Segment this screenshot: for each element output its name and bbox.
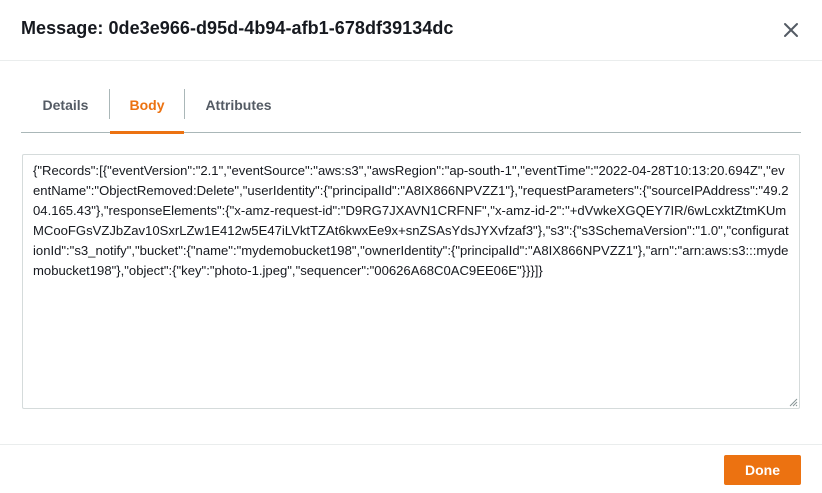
close-icon <box>784 23 798 37</box>
tab-attributes[interactable]: Attributes <box>184 76 293 133</box>
tab-details[interactable]: Details <box>21 76 110 133</box>
tab-body[interactable]: Body <box>110 76 184 134</box>
dialog-header: Message: 0de3e966-d95d-4b94-afb1-678df39… <box>0 0 822 61</box>
dialog-footer <box>0 444 822 493</box>
dialog-title: Message: 0de3e966-d95d-4b94-afb1-678df39… <box>21 18 454 38</box>
message-body-textarea[interactable]: {"Records":[{"eventVersion":"2.1","event… <box>22 154 800 409</box>
done-button[interactable]: Done <box>724 455 801 485</box>
close-button[interactable] <box>779 18 803 42</box>
tab-bar: Details Body Attributes <box>21 76 801 134</box>
resize-grip-icon[interactable] <box>789 398 798 407</box>
message-body-text: {"Records":[{"eventVersion":"2.1","event… <box>33 163 789 278</box>
